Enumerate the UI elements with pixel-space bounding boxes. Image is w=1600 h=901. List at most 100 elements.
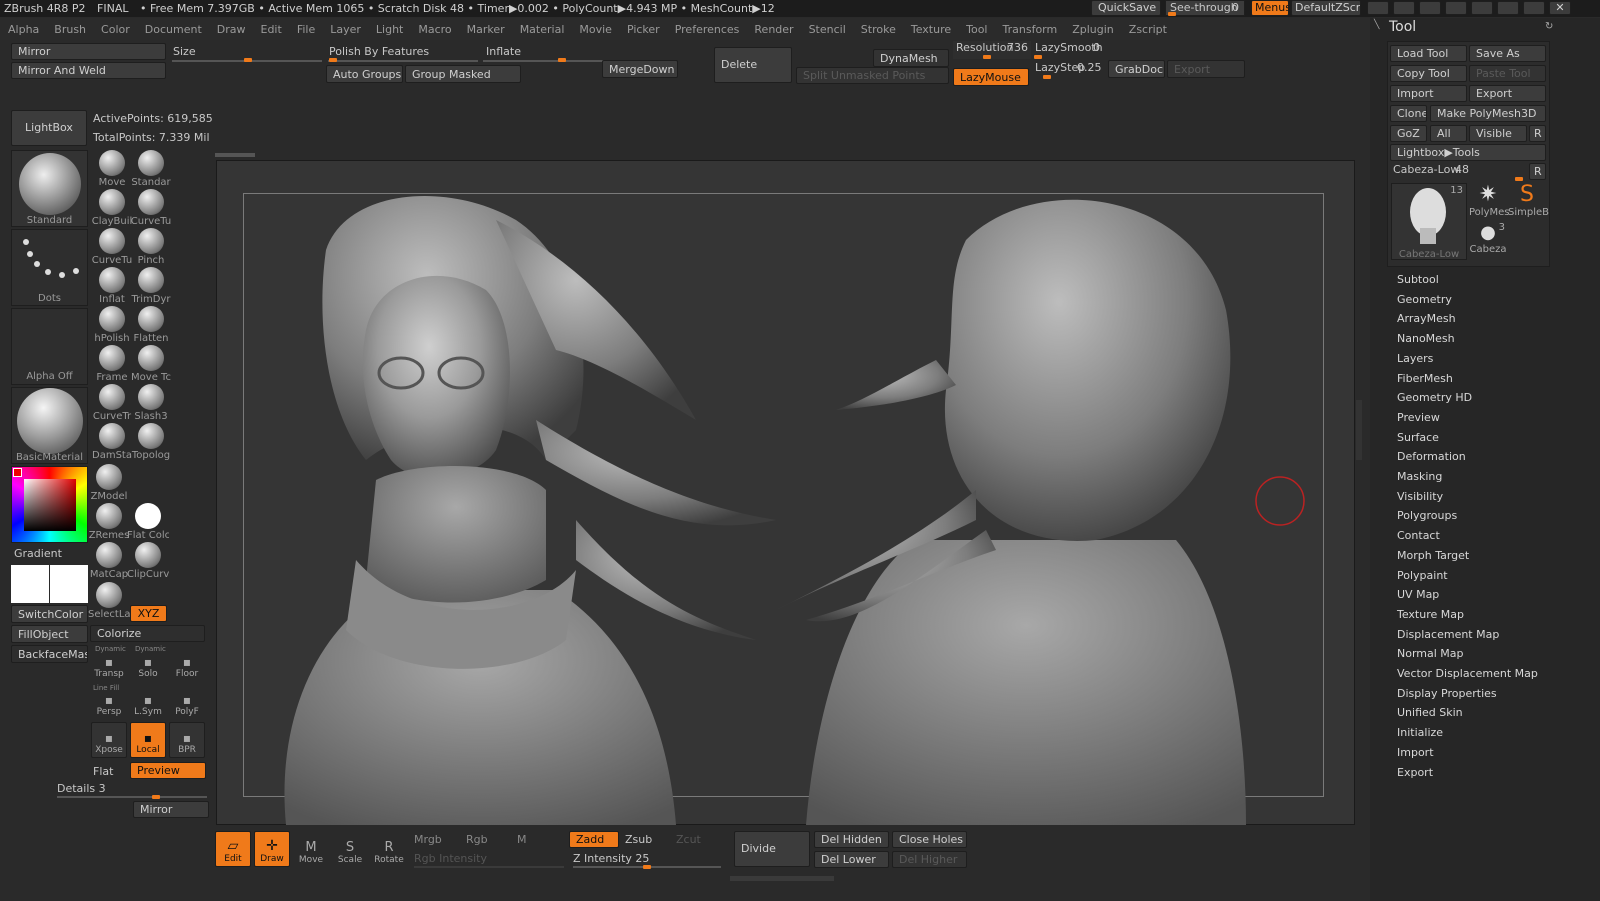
xyz-button[interactable]: XYZ [130,605,167,622]
tool-menu-texture-map[interactable]: Texture Map [1397,608,1464,621]
menu-layer[interactable]: Layer [330,23,361,36]
view-bpr-button[interactable]: ▪ BPR [169,722,205,758]
main-color-swatch[interactable] [11,565,49,603]
current-tool-knob[interactable] [1515,177,1523,181]
move-button[interactable]: M Move [293,831,329,867]
tool-thumb-cabeza[interactable]: ● 3 Cabeza [1469,222,1507,260]
brush-slash3[interactable]: Slash3 [132,384,170,422]
brush-matcap[interactable]: MatCap [90,542,128,580]
brush-curvetu[interactable]: CurveTu [92,228,132,266]
brush-curvetu[interactable]: CurveTu [131,189,171,227]
resolution-slider[interactable]: Resolution 736 [953,41,1031,59]
rgb-intensity-slider[interactable] [414,866,564,868]
seethrough-slider[interactable]: See-through 0 [1165,0,1245,16]
edit-button[interactable]: ▱ Edit [215,831,251,867]
minimize-icon[interactable] [1497,1,1519,15]
grabdoc-button[interactable]: GrabDoc [1108,60,1165,78]
z-intensity-knob[interactable] [643,865,651,869]
tool-menu-preview[interactable]: Preview [1397,411,1440,424]
m-button[interactable]: M [517,833,527,846]
z-intensity-slider[interactable]: Z Intensity 25 [573,852,723,870]
make-polymesh-button[interactable]: Make PolyMesh3D [1430,105,1546,122]
tool-menu-deformation[interactable]: Deformation [1397,450,1466,463]
brush-zremes[interactable]: ZRemes [89,503,129,541]
polish-knob[interactable] [329,58,337,62]
export-button[interactable]: Export [1167,60,1245,78]
lazysmooth-knob[interactable] [1034,55,1042,59]
brush-hpolish[interactable]: hPolish [93,306,131,344]
color-picker[interactable] [11,466,88,543]
auto-groups-button[interactable]: Auto Groups [326,65,403,83]
tool-menu-geometry-hd[interactable]: Geometry HD [1397,391,1472,404]
lightbox-button[interactable]: LightBox [11,110,87,146]
mirror-sub-button[interactable]: Mirror [133,801,209,818]
view-local-button[interactable]: ▪ Local [130,722,166,758]
menu-tool[interactable]: Tool [966,23,987,36]
menu-transform[interactable]: Transform [1003,23,1058,36]
tool-menu-polypaint[interactable]: Polypaint [1397,569,1448,582]
brush-damsta[interactable]: DamSta [92,423,132,461]
mergedown-button[interactable]: MergeDown [602,60,678,78]
menu-zplugin[interactable]: Zplugin [1072,23,1114,36]
next-icon[interactable] [1393,1,1415,15]
stroke-dots[interactable]: Dots [11,229,88,306]
polish-slider[interactable] [328,60,478,62]
brush-claybuil[interactable]: ClayBuil [92,189,132,227]
copy-tool-button[interactable]: Copy Tool [1390,65,1467,82]
refresh-icon[interactable]: ↻ [1545,21,1553,32]
tool-menu-fibermesh[interactable]: FiberMesh [1397,372,1453,385]
menu-edit[interactable]: Edit [261,23,282,36]
menu-macro[interactable]: Macro [418,23,451,36]
prev-icon[interactable] [1367,1,1389,15]
rgb-intensity-label[interactable]: Rgb Intensity [414,852,487,865]
tool-menu-vector-displacement-map[interactable]: Vector Displacement Map [1397,667,1538,680]
brush-clipcurv[interactable]: ClipCurv [127,542,169,580]
layout-icon[interactable] [1419,1,1441,15]
brush-topolog[interactable]: Topolog [132,423,170,461]
brush-move[interactable]: Move [93,150,131,188]
brush-flatten[interactable]: Flatten [132,306,170,344]
tool-menu-morph-target[interactable]: Morph Target [1397,549,1469,562]
tool-menu-layers[interactable]: Layers [1397,352,1433,365]
alpha-off[interactable]: Alpha Off [11,308,88,385]
view-floor-button[interactable]: ▪ Floor [169,645,205,681]
draw-button[interactable]: ✛ Draw [254,831,290,867]
menu-light[interactable]: Light [376,23,403,36]
delete-button[interactable]: Delete [714,47,792,83]
secondary-color-swatch[interactable] [50,565,88,603]
tool-menu-uv-map[interactable]: UV Map [1397,588,1439,601]
tool-menu-contact[interactable]: Contact [1397,529,1440,542]
menu-render[interactable]: Render [754,23,793,36]
visible-button[interactable]: Visible [1469,125,1527,142]
lazystep-knob[interactable] [1043,75,1051,79]
import-button[interactable]: Import [1390,85,1467,102]
brush-flat-colc[interactable]: Flat Colc [127,503,169,541]
mirror-button[interactable]: Mirror [11,43,166,60]
tool-menu-export[interactable]: Export [1397,766,1433,779]
zcut-button[interactable]: Zcut [676,833,701,846]
brush-trimdyr[interactable]: TrimDyr [132,267,171,305]
lazystep-slider[interactable]: LazyStep 0.25 [1033,61,1103,79]
tool-menu-display-properties[interactable]: Display Properties [1397,687,1497,700]
menu-document[interactable]: Document [145,23,202,36]
inflate-label[interactable]: Inflate [486,45,521,58]
preview-button[interactable]: Preview [130,762,206,779]
menu-picker[interactable]: Picker [627,23,660,36]
group-masked-button[interactable]: Group Masked [405,65,521,83]
tool-menu-visibility[interactable]: Visibility [1397,490,1443,503]
tool-thumb-simplebrush[interactable]: S SimpleB [1508,183,1549,221]
zadd-button[interactable]: Zadd [569,831,619,848]
backface-mask-button[interactable]: BackfaceMask [11,645,88,663]
goz-button[interactable]: GoZ [1390,125,1427,142]
divide-button[interactable]: Divide [734,831,810,867]
color-square[interactable] [24,479,76,531]
inflate-knob[interactable] [558,58,566,62]
scale-button[interactable]: S Scale [332,831,368,867]
menu-zscript[interactable]: Zscript [1129,23,1167,36]
brush-zmodel[interactable]: ZModel [90,464,128,502]
view-polyf-button[interactable]: ▪ PolyF [169,683,205,719]
tool-menu-displacement-map[interactable]: Displacement Map [1397,628,1499,641]
tool-menu-normal-map[interactable]: Normal Map [1397,647,1464,660]
current-tool-slider[interactable]: Cabeza-Low. 48 [1390,163,1526,181]
details-slider[interactable]: Details 3 [57,782,207,800]
